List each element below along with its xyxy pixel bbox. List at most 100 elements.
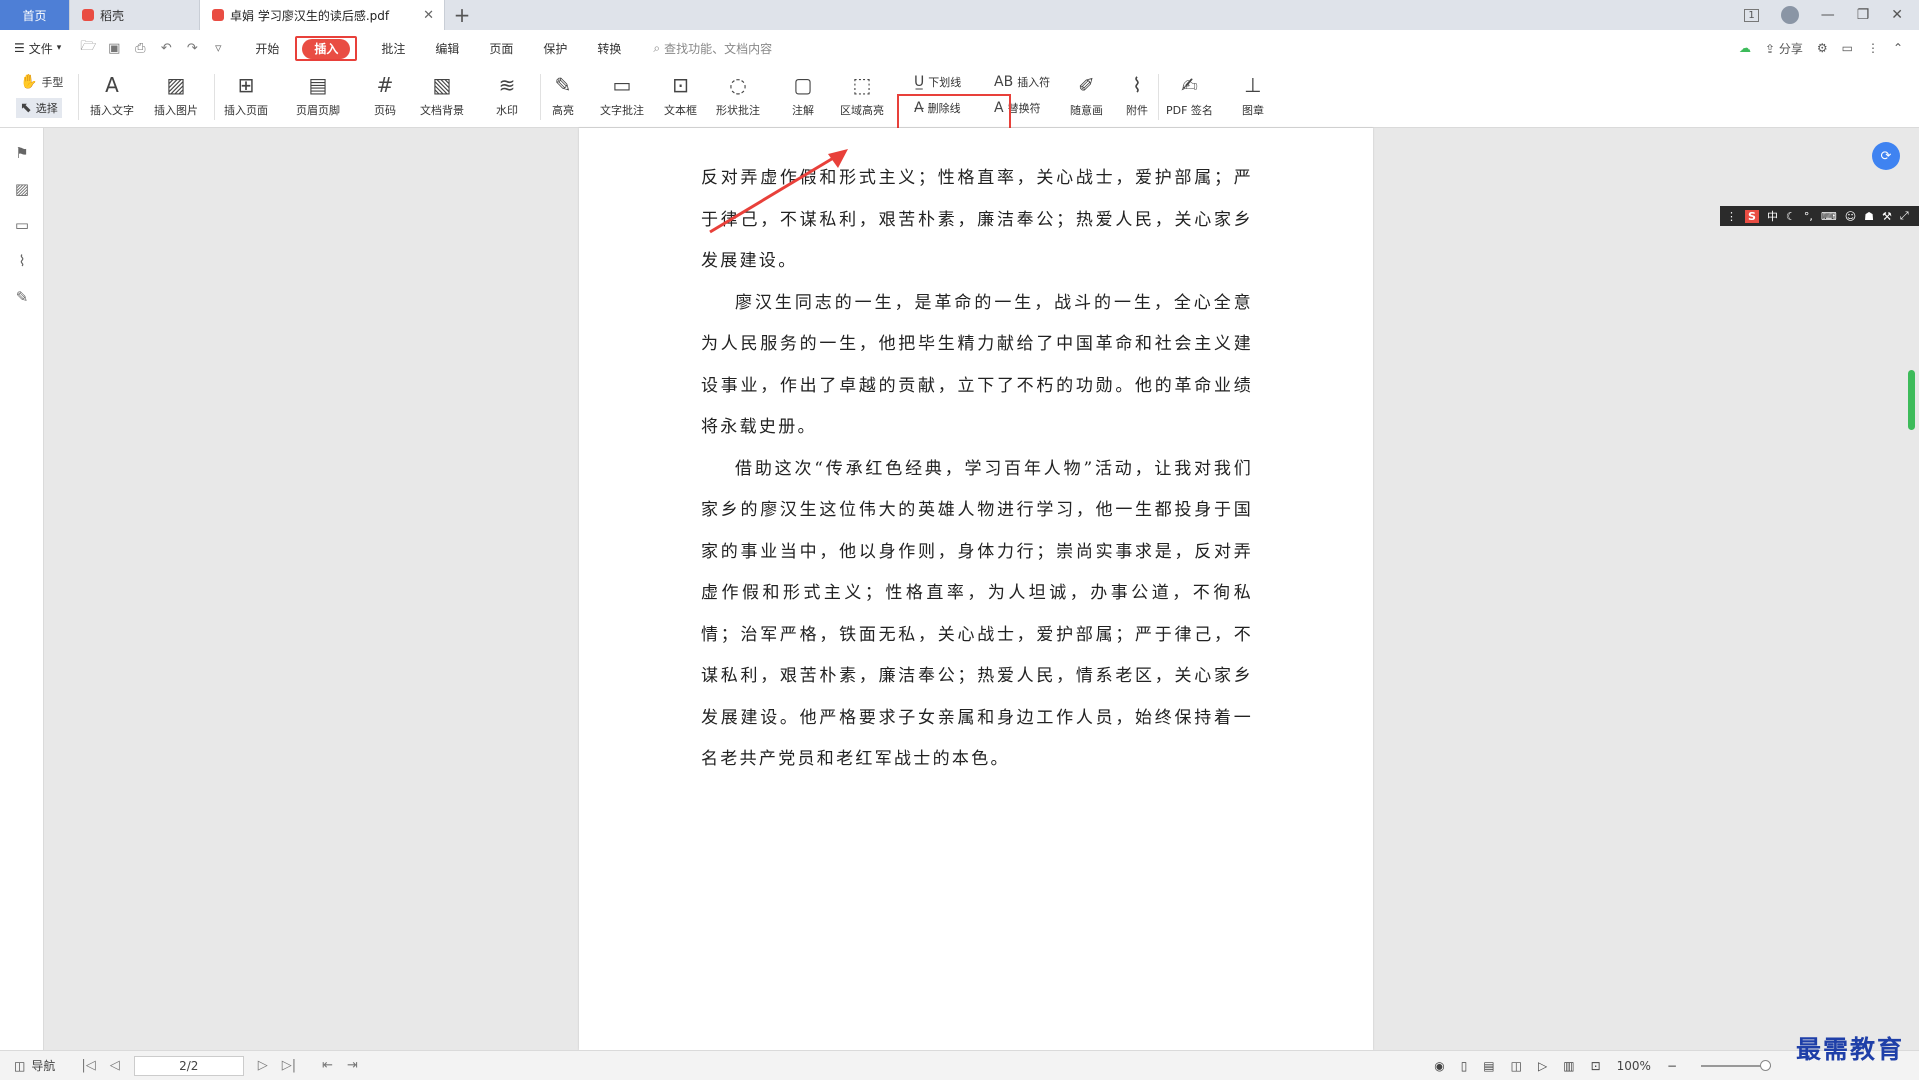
close-tab-icon[interactable]: ✕ [423,8,434,23]
pdf-sign-button[interactable]: ✍ PDF 签名 [1166,72,1213,118]
open-folder-icon[interactable]: 🗁 [79,39,97,57]
punctuation-icon[interactable]: °, [1804,210,1813,223]
tab-edit[interactable]: 编辑 [429,36,465,61]
restore-icon[interactable]: ❐ [1857,7,1870,23]
insert-page-button[interactable]: ⊞ 插入页面 [224,72,268,118]
note-button[interactable]: ▢ 注解 [790,72,816,118]
menu-right: ☁ ⇪ 分享 ⚙ ▭ ⋮ ⌃ [1739,40,1919,57]
hand-tool-button[interactable]: ✋ 手型 [20,74,63,90]
image-icon: ▨ [166,73,186,97]
insert-image-button[interactable]: ▨ 插入图片 [154,72,198,118]
single-page-icon[interactable]: ▯ [1461,1059,1468,1073]
keyboard-icon[interactable]: ⌨ [1821,210,1837,223]
prev-page-icon[interactable]: ◁ [110,1058,120,1073]
highlight-button[interactable]: ✎ 高亮 [550,72,576,118]
insert-mark-button[interactable]: AB 插入符 [994,74,1050,90]
bookmark-icon[interactable]: ⚑ [13,144,31,162]
tab-start[interactable]: 开始 [249,36,285,61]
cloud-sync-icon[interactable]: ☁ [1739,41,1751,55]
insert-page-label: 插入页面 [224,104,268,117]
user-icon[interactable]: ☺ [1845,210,1856,223]
insert-text-button[interactable]: A 插入文字 [90,72,134,118]
moon-icon[interactable]: ☾ [1786,210,1796,223]
tab-home[interactable]: 首页 [0,0,70,30]
ime-mode[interactable]: 中 [1767,208,1778,224]
shape-comment-button[interactable]: ◌ 形状批注 [716,72,760,118]
tab-convert[interactable]: 转换 [591,36,627,61]
pdf-page: 反对弄虚作假和形式主义；性格直率，关心战士，爱护部属；严于律己，不谋私利，艰苦朴… [579,128,1373,1050]
text-comment-button[interactable]: ▭ 文字批注 [600,72,644,118]
play-icon[interactable]: ▷ [1538,1059,1547,1073]
continuous-icon[interactable]: ▤ [1483,1059,1494,1073]
double-page-icon[interactable]: ◫ [1511,1059,1522,1073]
fit-width-icon[interactable]: ▥ [1563,1059,1574,1073]
underline-button[interactable]: U̲ 下划线 [914,74,961,90]
select-tool-button[interactable]: ⬉ 选择 [16,98,62,118]
redo-icon[interactable]: ↷ [183,39,201,57]
customize-icon[interactable]: ▿ [209,39,227,57]
page-number-input[interactable]: 2/2 [133,1055,244,1076]
print-icon[interactable]: ⎙ [131,39,149,57]
attachment-button[interactable]: ⌇ 附件 [1124,72,1150,118]
zoom-knob[interactable] [1760,1059,1771,1071]
next-page-icon[interactable]: ▷ [258,1058,268,1073]
minimize-icon[interactable]: — [1821,7,1835,23]
area-highlight-button[interactable]: ⬚ 区域高亮 [840,72,884,118]
tab-annotate[interactable]: 批注 [375,36,411,61]
more-icon[interactable]: ⋮ [1867,41,1879,55]
attachment-panel-icon[interactable]: ⌇ [13,252,31,270]
pdf-icon [212,9,224,21]
ime-logo: S [1745,209,1759,223]
stamp-label: 图章 [1242,104,1264,117]
fit-page-icon[interactable]: ⊡ [1591,1059,1601,1073]
last-page-icon[interactable]: ▷| [282,1058,296,1073]
tab-bar: 首页 稻壳 卓娟 学习廖汉生的读后感.pdf ✕ + 1 — ❐ ✕ [0,0,1919,30]
file-menu[interactable]: ☰ 文件 ▾ [14,40,61,57]
freehand-button[interactable]: ✐ 随意画 [1070,72,1103,118]
stamp-button[interactable]: ⊥ 图章 [1240,72,1266,118]
tab-document[interactable]: 卓娟 学习廖汉生的读后感.pdf ✕ [200,0,445,30]
search-box[interactable]: ⌕ 查找功能、文档内容 [653,40,772,57]
watermark-button[interactable]: ≋ 水印 [494,72,520,118]
comment-panel-icon[interactable]: ▭ [13,216,31,234]
zoom-slider[interactable] [1701,1059,1771,1071]
expand-icon[interactable]: ⤢ [1900,209,1909,223]
page-number-button[interactable]: # 页码 [372,72,398,118]
window-count-icon[interactable]: 1 [1744,8,1759,22]
eye-protect-icon[interactable]: ◉ [1434,1059,1444,1073]
scrollbar-thumb[interactable] [1908,370,1915,430]
undo-icon[interactable]: ↶ [157,39,175,57]
doc-background-button[interactable]: ▧ 文档背景 [420,72,464,118]
text-box-button[interactable]: ⊡ 文本框 [664,72,697,118]
new-tab-button[interactable]: + [445,0,479,30]
nav-toggle[interactable]: ◫ 导航 [14,1057,55,1074]
header-footer-button[interactable]: ▤ 页眉页脚 [296,72,340,118]
signature-panel-icon[interactable]: ✎ [13,288,31,306]
back-icon[interactable]: ⇤ [322,1058,333,1073]
tab-protect[interactable]: 保护 [537,36,573,61]
zoom-level[interactable]: 100% [1617,1059,1651,1073]
first-page-icon[interactable]: |◁ [81,1058,95,1073]
share-button[interactable]: ⇪ 分享 [1765,40,1803,57]
collapse-ribbon-icon[interactable]: ⌃ [1893,41,1903,55]
forward-icon[interactable]: ⇥ [347,1058,358,1073]
comment-icon[interactable]: ▭ [1842,41,1853,55]
avatar[interactable] [1780,6,1799,24]
tab-insert[interactable]: 插入 [302,38,351,59]
tab-docer[interactable]: 稻壳 [70,0,200,30]
tab-page[interactable]: 页面 [483,36,519,61]
docer-icon [82,9,94,21]
file-menu-label: 文件 [28,41,53,56]
save-icon[interactable]: ▣ [105,39,123,57]
hash-icon: # [376,73,394,97]
header-footer-icon: ▤ [308,73,328,97]
settings-icon[interactable]: ⚙ [1817,41,1828,55]
zoom-out-icon[interactable]: − [1667,1059,1677,1073]
floating-tool-button[interactable]: ⟳ [1872,142,1900,170]
wrench-icon[interactable]: ⚒ [1882,210,1892,223]
menu-bar: ☰ 文件 ▾ 🗁 ▣ ⎙ ↶ ↷ ▿ 开始 插入 批注 编辑 页面 保护 转换 … [0,30,1919,66]
thumbnail-icon[interactable]: ▨ [13,180,31,198]
search-placeholder: 查找功能、文档内容 [664,41,773,56]
close-window-icon[interactable]: ✕ [1891,7,1903,23]
skin-icon[interactable]: ☗ [1864,210,1874,223]
